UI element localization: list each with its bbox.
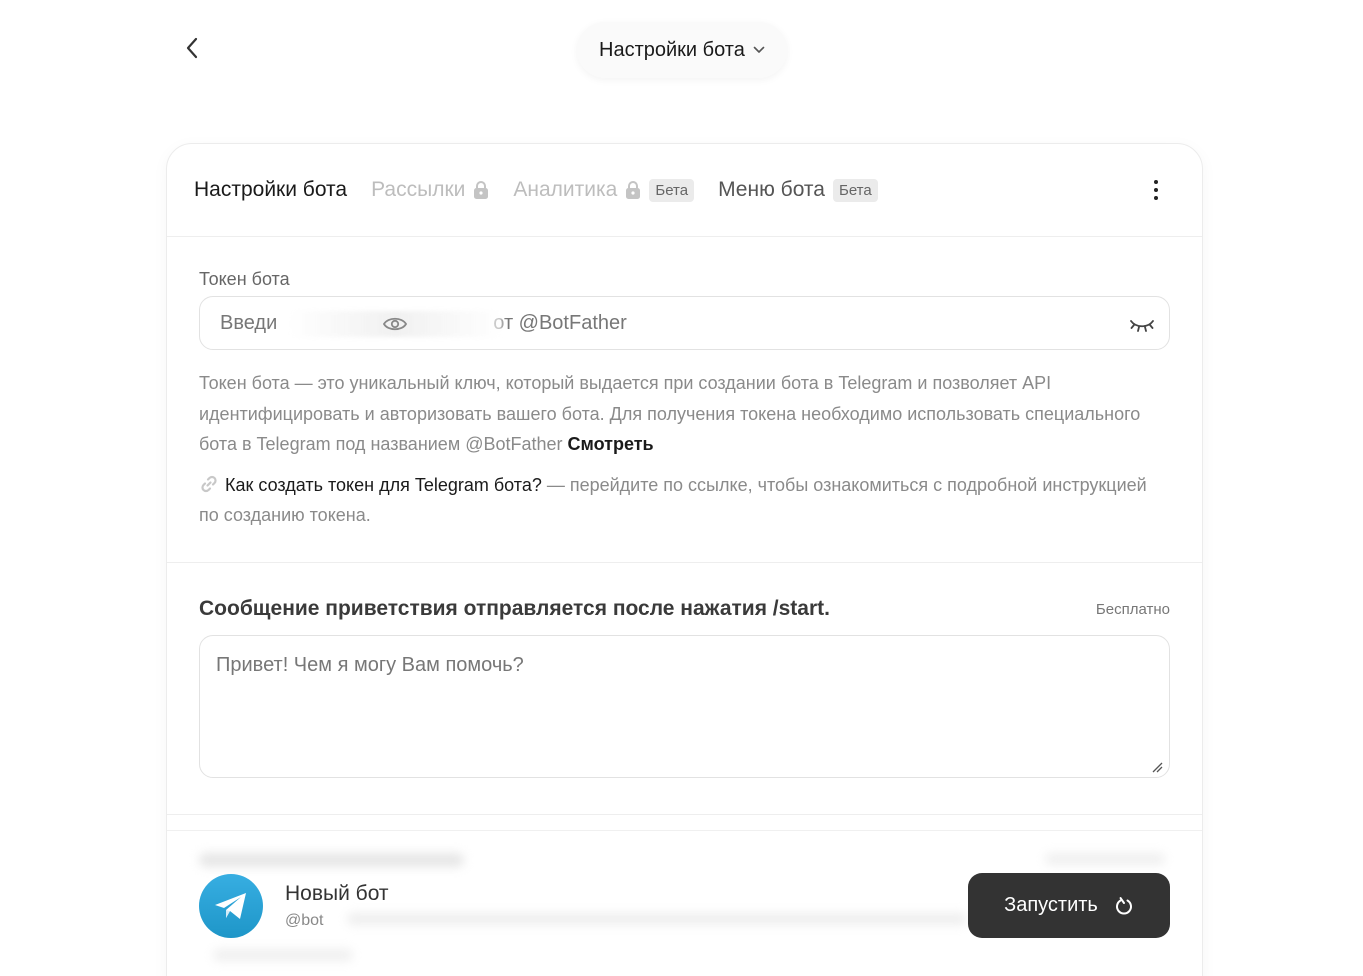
tab-label: Настройки бота bbox=[194, 178, 348, 201]
avatar bbox=[199, 874, 263, 938]
eye-closed-icon[interactable] bbox=[1129, 313, 1155, 335]
blurred-text bbox=[347, 913, 967, 925]
launch-button[interactable]: Запустить bbox=[968, 873, 1170, 938]
launch-button-label: Запустить bbox=[1004, 894, 1098, 916]
tab-bot-settings[interactable]: Настройки бота bbox=[194, 178, 347, 202]
bot-handle: @bot bbox=[285, 912, 324, 929]
lock-icon bbox=[626, 181, 641, 199]
settings-card: Настройки бота Рассылки Аналитика Бета М… bbox=[166, 143, 1203, 976]
eye-icon bbox=[383, 317, 407, 331]
token-section: Токен бота Введи от @BotFather Токен бот… bbox=[167, 237, 1202, 563]
welcome-section: Сообщение приветствия отправляется после… bbox=[167, 563, 1202, 815]
tab-label: Рассылки bbox=[371, 178, 466, 201]
link-icon bbox=[201, 475, 217, 492]
beta-badge: Бета bbox=[649, 178, 695, 202]
lock-icon bbox=[474, 181, 489, 199]
blurred-text bbox=[199, 853, 464, 867]
tab-mailings[interactable]: Рассылки bbox=[371, 178, 489, 202]
telegram-icon bbox=[215, 893, 246, 919]
welcome-title: Сообщение приветствия отправляется после… bbox=[199, 597, 830, 620]
more-options-icon[interactable] bbox=[1152, 180, 1160, 200]
token-label: Токен бота bbox=[199, 269, 290, 289]
beta-badge: Бета bbox=[832, 178, 878, 202]
blurred-text bbox=[1045, 853, 1165, 865]
welcome-message-input[interactable] bbox=[200, 636, 1169, 777]
price-label: Бесплатно bbox=[1095, 600, 1170, 618]
blurred-text bbox=[213, 949, 353, 961]
bot-preview: Новый бот @bot bbox=[199, 874, 389, 938]
tab-analytics[interactable]: Аналитика Бета bbox=[513, 178, 695, 202]
page-title-dropdown[interactable]: Настройки бота bbox=[577, 22, 787, 78]
token-description-text: Токен бота — это уникальный ключ, которы… bbox=[199, 373, 1141, 454]
tab-bar: Настройки бота Рассылки Аналитика Бета М… bbox=[167, 144, 1202, 237]
back-button[interactable] bbox=[178, 34, 206, 62]
tab-label: Аналитика bbox=[513, 178, 618, 201]
tab-label: Меню бота bbox=[718, 178, 825, 201]
resize-handle-icon[interactable] bbox=[1151, 761, 1163, 773]
power-icon bbox=[1115, 896, 1132, 914]
page-title: Настройки бота bbox=[599, 38, 745, 61]
watch-link[interactable]: Смотреть bbox=[568, 434, 654, 454]
token-howto: Как создать токен для Telegram бота? — п… bbox=[199, 470, 1170, 531]
chevron-down-icon bbox=[753, 46, 765, 53]
welcome-field-wrapper bbox=[199, 635, 1170, 778]
howto-link[interactable]: Как создать токен для Telegram бота? bbox=[225, 475, 542, 495]
bot-name: Новый бот bbox=[285, 882, 389, 905]
tab-bot-menu[interactable]: Меню бота Бета bbox=[718, 178, 878, 202]
chevron-left-icon bbox=[186, 37, 198, 59]
token-description: Токен бота — это уникальный ключ, которы… bbox=[199, 368, 1170, 460]
token-field-wrapper: Введи от @BotFather bbox=[199, 296, 1170, 350]
